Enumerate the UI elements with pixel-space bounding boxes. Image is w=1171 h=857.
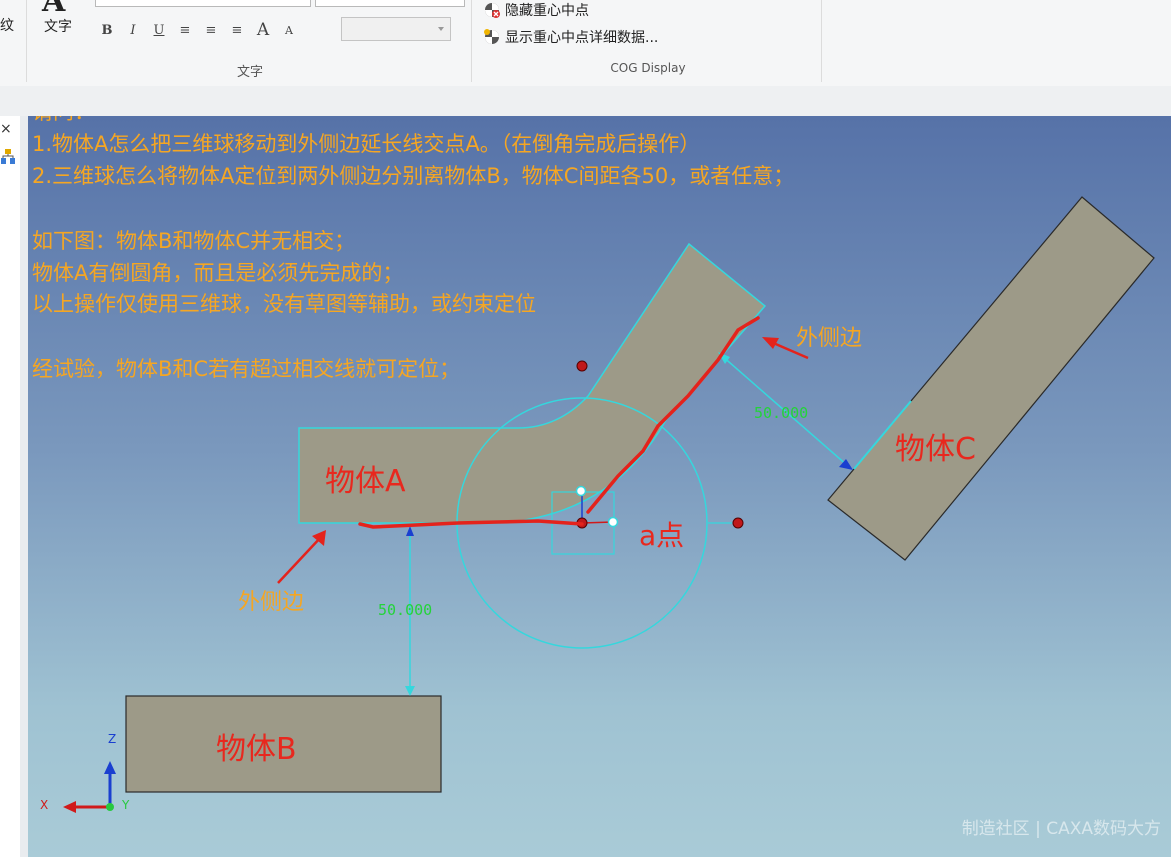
text-format-dropdown[interactable] — [341, 17, 451, 41]
triad-handle[interactable] — [607, 516, 619, 528]
ribbon-separator — [26, 0, 27, 82]
axis-x-label: X — [40, 798, 49, 812]
font-size-combo[interactable] — [315, 0, 465, 7]
object-c-label: 物体C — [895, 432, 976, 467]
underline-button[interactable]: U — [148, 19, 170, 41]
panel-title-strip — [0, 86, 1171, 116]
align-right-button[interactable]: ≡ — [226, 19, 248, 41]
question-2: 2.三维球怎么将物体A定位到两外侧边分别离物体B，物体C间距各50，或者任意； — [32, 164, 795, 188]
point-a-label: a点 — [639, 519, 685, 552]
chevron-down-icon — [438, 27, 444, 31]
hide-cog-button[interactable]: 隐藏重心中点 — [483, 0, 589, 20]
object-c-shape[interactable] — [827, 196, 1155, 561]
design-tree-panel[interactable] — [0, 116, 21, 857]
note-line: 如下图：物体B和物体C并无相交； — [32, 229, 356, 253]
dimension-value-diagonal[interactable]: 50.000 — [754, 404, 808, 422]
axis-x-head — [63, 801, 76, 813]
axis-origin — [106, 803, 114, 811]
3d-viewport[interactable]: 请问： 1.物体A怎么把三维球移动到外侧边延长线交点A。（在倒角完成后操作） 2… — [28, 116, 1171, 857]
italic-button[interactable]: I — [122, 19, 144, 41]
object-b-label: 物体B — [216, 732, 297, 767]
triad-handle[interactable] — [575, 485, 587, 497]
text-group-label: 文字 — [236, 65, 263, 80]
ribbon-separator — [471, 0, 472, 82]
format-button-row: B I U ≡ ≡ ≡ A A — [96, 19, 300, 41]
note-line: 经试验，物体B和C若有超过相交线就可定位； — [32, 357, 461, 381]
shrink-font-button[interactable]: A — [278, 19, 300, 41]
dimension-arrow — [405, 686, 415, 696]
object-a-label: 物体A — [325, 464, 406, 499]
dimension-arrow — [406, 526, 414, 536]
cog-group-label: COG Display — [610, 61, 686, 75]
triad-outer-handle[interactable] — [576, 360, 588, 372]
grow-font-button[interactable]: A — [252, 19, 274, 41]
watermark: 制造社区 | CAXA数码大方 — [961, 819, 1161, 839]
panel-splitter[interactable] — [20, 116, 28, 857]
axis-z-head — [104, 761, 116, 774]
text-button[interactable]: 文字 — [44, 16, 72, 36]
tree-icon[interactable] — [0, 148, 16, 166]
align-left-button[interactable]: ≡ — [174, 19, 196, 41]
question-heading: 请问： — [32, 116, 95, 126]
show-cog-details-button[interactable]: 显示重心中点详细数据... — [483, 27, 658, 47]
outer-edge-label-left: 外侧边 — [238, 590, 305, 615]
ribbon-separator — [821, 0, 822, 82]
arrow-left-line — [277, 536, 322, 584]
question-1: 1.物体A怎么把三维球移动到外侧边延长线交点A。（在倒角完成后操作） — [32, 132, 701, 156]
hide-cog-icon — [485, 3, 500, 18]
bold-button[interactable]: B — [96, 19, 118, 41]
axis-y-label: Y — [122, 798, 130, 812]
close-icon[interactable]: × — [0, 121, 12, 137]
font-name-combo[interactable] — [95, 0, 311, 7]
dimension-value-vertical[interactable]: 50.000 — [378, 601, 432, 619]
triad-outer-handle[interactable] — [732, 517, 744, 529]
align-center-button[interactable]: ≡ — [200, 19, 222, 41]
axis-z-label: Z — [108, 732, 117, 746]
ribbon: 纹 A 文字 B I U ≡ ≡ ≡ A A 文字 隐藏重心中点 显示重心中点详… — [0, 0, 1171, 87]
outer-edge-label-right: 外侧边 — [796, 326, 863, 351]
show-cog-icon — [484, 29, 499, 44]
note-line: 物体A有倒圆角，而且是必须先完成的； — [32, 261, 404, 285]
ribbon-cut-label: 纹 — [0, 18, 14, 34]
note-line: 以上操作仅使用三维球，没有草图等辅助，或约束定位 — [32, 292, 536, 316]
show-cog-label: 显示重心中点详细数据... — [505, 30, 659, 46]
hide-cog-label: 隐藏重心中点 — [505, 3, 589, 19]
